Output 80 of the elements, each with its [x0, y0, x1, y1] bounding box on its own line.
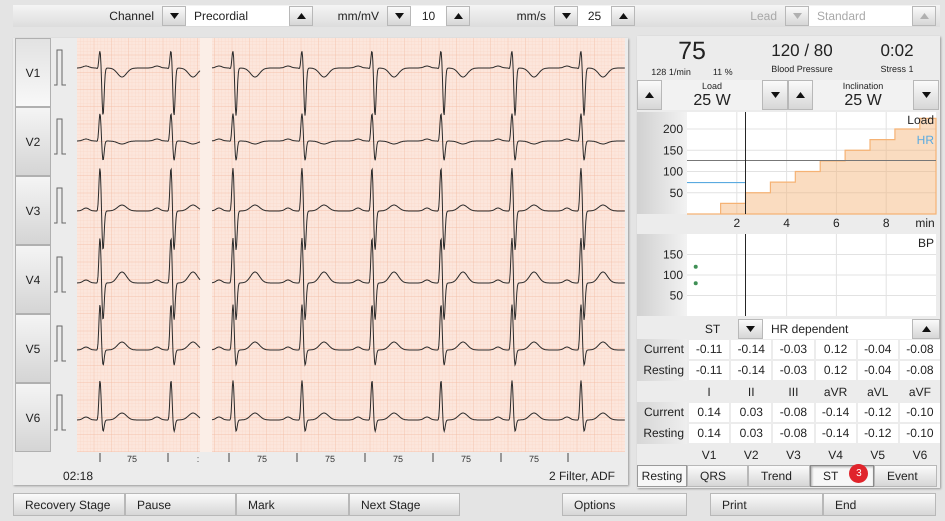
column-header: V3: [785, 446, 802, 464]
column-header: aVF: [908, 384, 932, 400]
axis-tick-label: 6: [833, 216, 840, 230]
setting-value: 25 W: [693, 92, 731, 109]
column-header: I: [706, 384, 712, 400]
spinner-label: Channel: [108, 8, 155, 25]
table-cell: -0.08: [773, 403, 814, 422]
column-header: II: [746, 384, 756, 400]
spinner-label: mm/s: [516, 8, 547, 25]
legend-label: HR: [916, 133, 934, 147]
table-cell: -0.12: [858, 403, 898, 422]
table-cell: -0.08: [773, 424, 814, 443]
st-label: ST: [704, 320, 722, 338]
elapsed-time: 02:18: [63, 468, 94, 484]
rate-label: 75: [461, 454, 471, 464]
axis-unit-label: min: [915, 216, 935, 230]
table-cell: -0.04: [858, 361, 898, 380]
column-header: V4: [827, 446, 844, 464]
column-header: aVL: [866, 384, 890, 400]
table-cell: 0.03: [731, 424, 772, 443]
setting-label: Load: [702, 80, 722, 92]
rate-label: 75: [127, 454, 137, 464]
axis-tick-label: 200: [662, 122, 683, 136]
table-cell: -0.11: [689, 361, 730, 380]
axis-tick-label: 4: [783, 216, 790, 230]
table-cell: 0.12: [816, 361, 856, 380]
spinner-label: Lead: [749, 8, 778, 25]
rate-label: 75: [325, 454, 335, 464]
target-rate: 128 1/min: [651, 66, 691, 79]
rate-label: :: [196, 454, 200, 464]
notification-badge: 3: [849, 464, 868, 483]
table-cell: -0.14: [731, 361, 772, 380]
axis-tick-label: 150: [662, 248, 683, 262]
axis-tick-label: 8: [882, 216, 890, 230]
column-header: III: [787, 384, 800, 400]
table-cell: -0.14: [816, 424, 856, 443]
column-header: V2: [742, 446, 760, 464]
row-label: Current: [637, 402, 687, 423]
column-header: V5: [869, 446, 886, 464]
blood-pressure-label: Blood Pressure: [771, 63, 833, 76]
table-cell: -0.11: [689, 340, 730, 359]
legend-label: Load: [907, 113, 934, 127]
table-cell: 0.03: [731, 403, 772, 422]
axis-tick-label: 100: [662, 268, 683, 282]
heart-rate-value: 75: [678, 36, 706, 66]
table-cell: 0.12: [816, 340, 856, 359]
rate-percent: 11 %: [712, 66, 733, 79]
table-cell: -0.04: [858, 340, 898, 359]
axis-tick-label: 100: [662, 164, 683, 178]
blood-pressure-value: 120 / 80: [771, 40, 833, 62]
table-cell: -0.10: [900, 403, 940, 422]
table-cell: 0.14: [689, 403, 730, 422]
axis-tick-label: 50: [670, 288, 683, 302]
rate-label: 75: [257, 454, 267, 464]
setting-label: Inclination: [842, 80, 884, 92]
table-cell: 0.14: [689, 424, 730, 443]
rate-label: 75: [393, 454, 403, 464]
axis-tick-label: 2: [733, 216, 740, 230]
table-cell: -0.03: [773, 340, 814, 359]
filter-status: 2 Filter, ADF: [548, 468, 615, 484]
axis-tick-label: 50: [670, 186, 683, 200]
table-cell: -0.12: [858, 424, 898, 443]
table-cell: -0.08: [900, 361, 940, 380]
table-cell: -0.08: [900, 340, 940, 359]
spinner-label: mm/mV: [336, 8, 380, 25]
table-cell: -0.03: [773, 361, 814, 380]
stage-time: 0:02: [880, 40, 914, 62]
chart-title: BP: [918, 236, 934, 250]
rate-label: 75: [529, 454, 539, 464]
column-header: V6: [912, 446, 928, 464]
axis-tick-label: 150: [662, 143, 683, 158]
column-header: V1: [700, 446, 718, 464]
stage-label: Stress 1: [880, 63, 914, 76]
row-label: Current: [637, 339, 687, 360]
setting-value: 25 W: [844, 92, 882, 109]
table-cell: -0.14: [731, 340, 772, 359]
column-header: aVR: [822, 384, 848, 400]
tab-label: ST: [823, 468, 838, 485]
table-cell: -0.10: [900, 424, 940, 443]
table-cell: -0.14: [816, 403, 856, 422]
